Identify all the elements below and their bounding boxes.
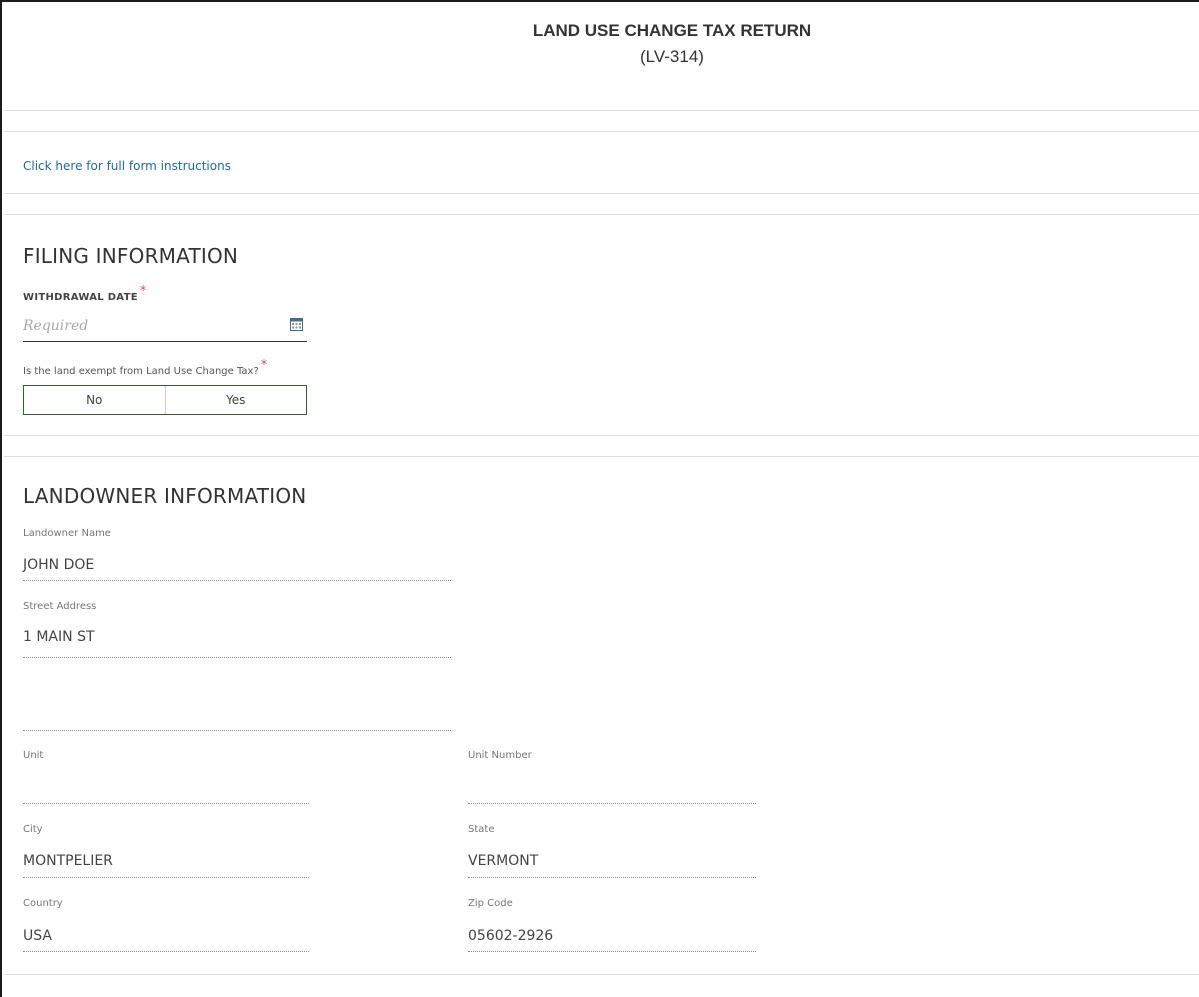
country-field[interactable]: USA (23, 928, 52, 944)
withdrawal-date-input[interactable] (23, 312, 263, 340)
zip-code-label: Zip Code (468, 898, 513, 909)
withdrawal-date-label-text: WITHDRAWAL DATE (23, 292, 138, 303)
field-underline (23, 580, 451, 581)
unit-number-label: Unit Number (468, 750, 532, 761)
field-underline (23, 657, 451, 658)
city-label: City (23, 824, 43, 835)
divider (4, 131, 1199, 132)
street-address-line2-field[interactable] (23, 702, 451, 724)
divider (4, 193, 1199, 194)
divider (4, 435, 1199, 436)
country-label: Country (23, 898, 63, 909)
field-underline (23, 803, 309, 804)
exempt-question-text: Is the land exempt from Land Use Change … (23, 366, 259, 377)
divider (4, 974, 1199, 975)
divider (4, 110, 1199, 111)
field-underline (468, 803, 756, 804)
calendar-icon[interactable] (290, 317, 303, 331)
form-instructions-link[interactable]: Click here for full form instructions (23, 159, 231, 173)
state-field[interactable]: VERMONT (468, 853, 538, 869)
unit-number-field[interactable] (468, 777, 756, 799)
form-code: (LV-314) (640, 47, 704, 66)
form-title: LAND USE CHANGE TAX RETURN (532, 21, 812, 40)
filing-information-heading: FILING INFORMATION (23, 244, 239, 268)
zip-code-field[interactable]: 05602-2926 (468, 928, 553, 944)
field-underline (468, 951, 756, 952)
exempt-no-button[interactable]: No (24, 386, 165, 414)
field-underline (468, 877, 756, 878)
required-asterisk: * (260, 358, 268, 373)
street-address-field[interactable]: 1 MAIN ST (23, 629, 95, 645)
divider (4, 214, 1199, 215)
field-underline (23, 951, 309, 952)
landowner-information-heading: LANDOWNER INFORMATION (23, 484, 307, 508)
divider (4, 456, 1199, 457)
exempt-toggle[interactable]: No Yes (23, 385, 307, 415)
landowner-name-label: Landowner Name (23, 528, 111, 539)
required-asterisk: * (139, 284, 147, 299)
field-underline (23, 730, 451, 731)
city-field[interactable]: MONTPELIER (23, 853, 113, 869)
exempt-question-label: Is the land exempt from Land Use Change … (23, 358, 267, 378)
withdrawal-date-label: WITHDRAWAL DATE * (23, 284, 147, 304)
landowner-name-field[interactable]: JOHN DOE (23, 557, 94, 573)
unit-label: Unit (23, 750, 44, 761)
exempt-yes-button[interactable]: Yes (164, 386, 306, 414)
unit-field[interactable] (23, 777, 309, 799)
street-address-label: Street Address (23, 601, 97, 612)
field-underline (23, 877, 309, 878)
state-label: State (468, 824, 495, 835)
form-frame: LAND USE CHANGE TAX RETURN (LV-314) Clic… (0, 0, 1199, 997)
withdrawal-date-field[interactable] (23, 312, 307, 342)
